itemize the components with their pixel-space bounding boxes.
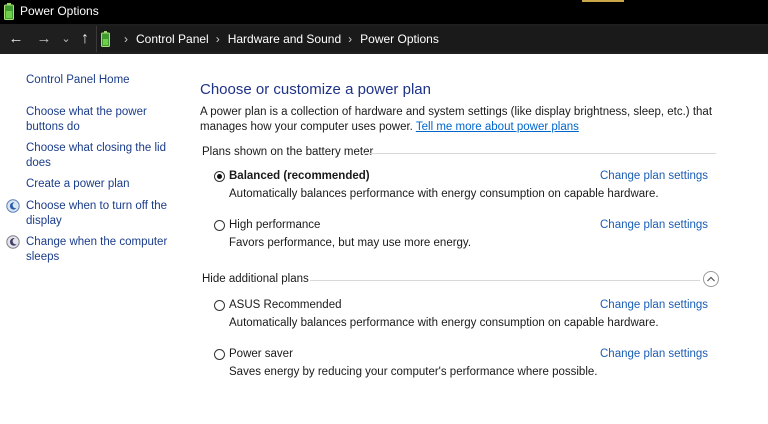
navigation-bar: ← → ⌄ ↑ › Control Panel › Hardware and Soun… <box>0 24 768 54</box>
asus-recommended-plan-name[interactable]: ASUS Recommended <box>229 299 342 311</box>
battery-icon <box>4 3 14 20</box>
main-content: Choose or customize a power plan A power… <box>200 54 760 424</box>
tell-me-more-link[interactable]: Tell me more about power plans <box>416 121 579 133</box>
recent-locations-button[interactable]: ⌄ <box>60 29 72 49</box>
asus-recommended-plan-description: Automatically balances performance with … <box>229 317 659 329</box>
title-bar: Power Options <box>0 0 768 24</box>
power-saver-plan-description: Saves energy by reducing your computer's… <box>229 366 598 378</box>
balanced-radio[interactable] <box>214 171 225 182</box>
balanced-plan-description: Automatically balances performance with … <box>229 188 659 200</box>
chevron-right-icon[interactable]: › <box>216 32 220 46</box>
collapse-button[interactable] <box>703 271 719 287</box>
control-panel-home-link[interactable]: Control Panel Home <box>26 73 176 88</box>
high-performance-radio[interactable] <box>214 220 225 231</box>
hide-additional-plans-toggle[interactable]: Hide additional plans <box>202 273 309 285</box>
balanced-plan-name[interactable]: Balanced (recommended) <box>229 170 370 182</box>
battery-icon <box>101 31 110 47</box>
page-description: A power plan is a collection of hardware… <box>200 105 720 135</box>
computer-sleeps-link[interactable]: Change when the computer sleeps <box>26 235 176 265</box>
create-power-plan-link[interactable]: Create a power plan <box>26 177 176 192</box>
asus-recommended-change-settings-link[interactable]: Change plan settings <box>600 299 708 311</box>
balanced-change-settings-link[interactable]: Change plan settings <box>600 170 708 182</box>
chevron-up-icon <box>707 276 715 282</box>
left-pane: Control Panel Home Choose what the power… <box>0 54 185 424</box>
turn-off-display-link[interactable]: Choose when to turn off the display <box>26 199 176 229</box>
asus-recommended-radio[interactable] <box>214 300 225 311</box>
chevron-right-icon: › <box>124 32 128 46</box>
chevron-right-icon[interactable]: › <box>348 32 352 46</box>
monitor-moon-icon <box>6 199 20 213</box>
power-saver-change-settings-link[interactable]: Change plan settings <box>600 348 708 360</box>
address-bar[interactable]: › Control Panel › Hardware and Sound › Power … <box>96 26 768 52</box>
high-performance-plan-description: Favors performance, but may use more ene… <box>229 237 472 249</box>
window-title: Power Options <box>20 4 99 18</box>
back-button[interactable]: ← <box>6 29 26 49</box>
breadcrumb-control-panel[interactable]: Control Panel <box>136 32 209 46</box>
section-divider <box>363 153 716 154</box>
power-saver-plan-name[interactable]: Power saver <box>229 348 293 360</box>
moon-icon <box>6 235 20 249</box>
high-performance-plan-name[interactable]: High performance <box>229 219 320 231</box>
section-divider <box>310 280 700 281</box>
forward-button[interactable]: → <box>34 29 54 49</box>
closing-lid-link[interactable]: Choose what closing the lid does <box>26 141 176 171</box>
power-saver-radio[interactable] <box>214 349 225 360</box>
page-title: Choose or customize a power plan <box>200 81 431 98</box>
power-buttons-link[interactable]: Choose what the power buttons do <box>26 105 176 135</box>
titlebar-accent <box>582 0 624 2</box>
breadcrumb-hardware-and-sound[interactable]: Hardware and Sound <box>228 32 341 46</box>
breadcrumb: › Control Panel › Hardware and Sound › Power … <box>117 32 439 46</box>
up-button[interactable]: ↑ <box>76 29 94 49</box>
battery-meter-section-header: Plans shown on the battery meter <box>202 146 374 158</box>
high-performance-change-settings-link[interactable]: Change plan settings <box>600 219 708 231</box>
breadcrumb-power-options[interactable]: Power Options <box>360 32 439 46</box>
